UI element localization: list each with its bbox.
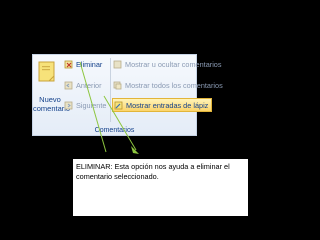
arrow-head	[131, 146, 139, 154]
arrow-line-a	[79, 61, 107, 153]
annotation-text: ELIMINAR: Esta opción nos ayuda a elimin…	[73, 159, 248, 216]
arrow-line-b	[103, 95, 137, 151]
